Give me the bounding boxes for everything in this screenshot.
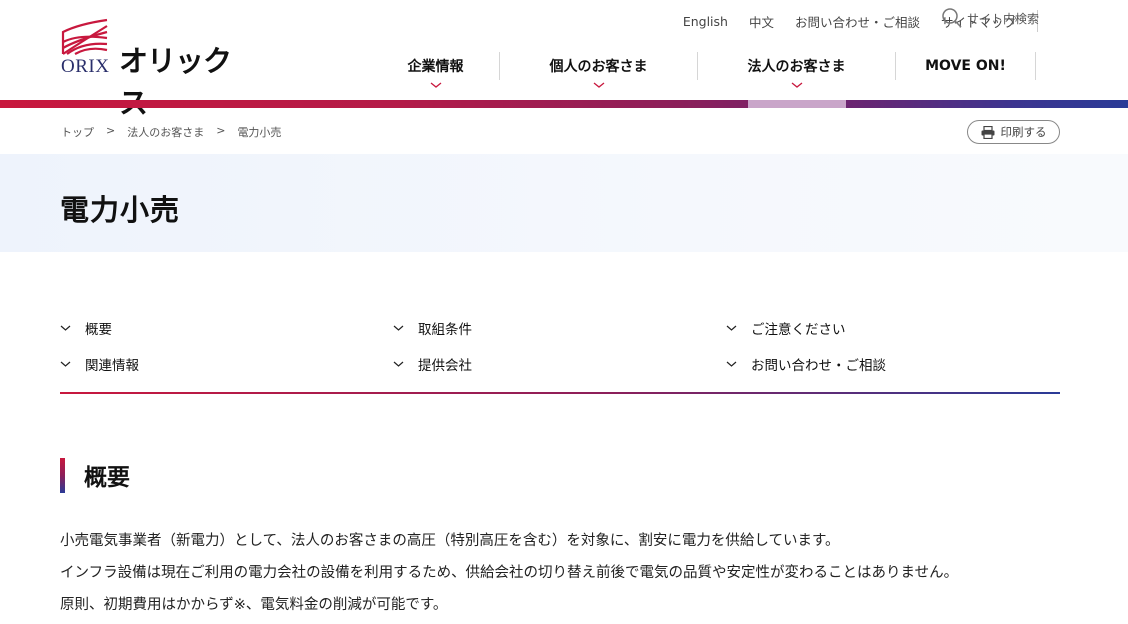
anchor-nav: 概要 取組条件 ご注意ください 関連情報 提供会社 お問い合わせ・ご相談 — [60, 312, 1060, 394]
chevron-down-icon — [791, 82, 802, 88]
anchor-label: 取組条件 — [418, 322, 472, 338]
chevron-down-icon — [593, 82, 604, 88]
nav-label: 企業情報 — [407, 59, 464, 75]
site-search-button[interactable]: サイト内検索 — [941, 7, 1039, 29]
logo-latin-text: ORIX — [61, 56, 110, 77]
breadcrumb-separator: > — [216, 124, 226, 137]
section-heading: 概要 — [60, 457, 130, 493]
anchor-label: 提供会社 — [418, 358, 472, 374]
section-body: 小売電気事業者（新電力）として、法人のお客さまの高圧（特別高圧を含む）を対象に、… — [60, 525, 958, 621]
breadcrumb-separator: > — [106, 124, 116, 137]
anchor-label: ご注意ください — [751, 322, 846, 338]
util-link-chinese[interactable]: 中文 — [749, 12, 774, 31]
orix-logo-mark-icon — [61, 18, 108, 55]
chevron-down-icon — [393, 325, 404, 331]
search-label: サイト内検索 — [967, 11, 1040, 26]
anchor-related-info[interactable]: 関連情報 — [60, 354, 139, 374]
nav-individual-customers[interactable]: 個人のお客さま — [500, 52, 698, 88]
chevron-down-icon — [726, 361, 737, 367]
section-title: 概要 — [84, 465, 130, 491]
anchor-contact[interactable]: お問い合わせ・ご相談 — [726, 354, 886, 374]
chevron-down-icon — [60, 361, 71, 367]
header-gradient-strip — [0, 100, 1128, 108]
breadcrumb-current: 電力小売 — [237, 126, 282, 139]
main-nav: 企業情報 個人のお客さま 法人のお客さま MOVE ON! — [372, 52, 1036, 88]
print-label: 印刷する — [1000, 125, 1047, 139]
breadcrumb-corporate[interactable]: 法人のお客さま — [127, 124, 204, 140]
breadcrumb-top[interactable]: トップ — [61, 124, 94, 140]
nav-move-on[interactable]: MOVE ON! — [896, 52, 1036, 80]
active-nav-indicator — [748, 100, 846, 108]
nav-label: 個人のお客さま — [549, 59, 648, 75]
site-header: ORIX オリックス English 中文 お問い合わせ・ご相談 サイトマップ … — [0, 0, 1128, 120]
anchor-provider[interactable]: 提供会社 — [393, 354, 472, 374]
util-link-english[interactable]: English — [683, 14, 728, 29]
section-accent-bar — [60, 457, 65, 493]
nav-corporate-customers[interactable]: 法人のお客さま — [698, 52, 896, 88]
body-paragraph: インフラ設備は現在ご利用の電力会社の設備を利用するため、供給会社の切り替え前後で… — [60, 565, 959, 581]
print-button[interactable]: 印刷する — [967, 120, 1060, 144]
chevron-down-icon — [60, 325, 71, 331]
anchor-label: 概要 — [85, 322, 112, 338]
anchor-overview[interactable]: 概要 — [60, 318, 112, 338]
anchor-label: お問い合わせ・ご相談 — [751, 358, 886, 374]
search-icon — [942, 8, 962, 28]
chevron-down-icon — [430, 82, 441, 88]
anchor-nav-divider — [60, 392, 1060, 394]
logo-kana-text: オリックス — [119, 44, 232, 120]
orix-logo[interactable]: ORIX オリックス — [61, 18, 246, 120]
nav-corporate-info[interactable]: 企業情報 — [372, 52, 500, 88]
body-paragraph: 小売電気事業者（新電力）として、法人のお客さまの高圧（特別高圧を含む）を対象に、… — [60, 533, 840, 549]
breadcrumb: トップ > 法人のお客さま > 電力小売 — [61, 124, 281, 140]
nav-label: 法人のお客さま — [747, 59, 846, 75]
body-paragraph: 原則、初期費用はかからず※、電気料金の削減が可能です。 — [60, 597, 448, 613]
anchor-conditions[interactable]: 取組条件 — [393, 318, 472, 338]
page-hero: 電力小売 — [0, 154, 1128, 252]
page-title: 電力小売 — [60, 193, 181, 227]
anchor-notice[interactable]: ご注意ください — [726, 318, 846, 338]
printer-icon — [981, 125, 994, 139]
anchor-label: 関連情報 — [85, 358, 139, 374]
util-link-contact[interactable]: お問い合わせ・ご相談 — [795, 12, 920, 31]
chevron-down-icon — [726, 325, 737, 331]
nav-label: MOVE ON! — [925, 58, 1006, 74]
chevron-down-icon — [393, 361, 404, 367]
